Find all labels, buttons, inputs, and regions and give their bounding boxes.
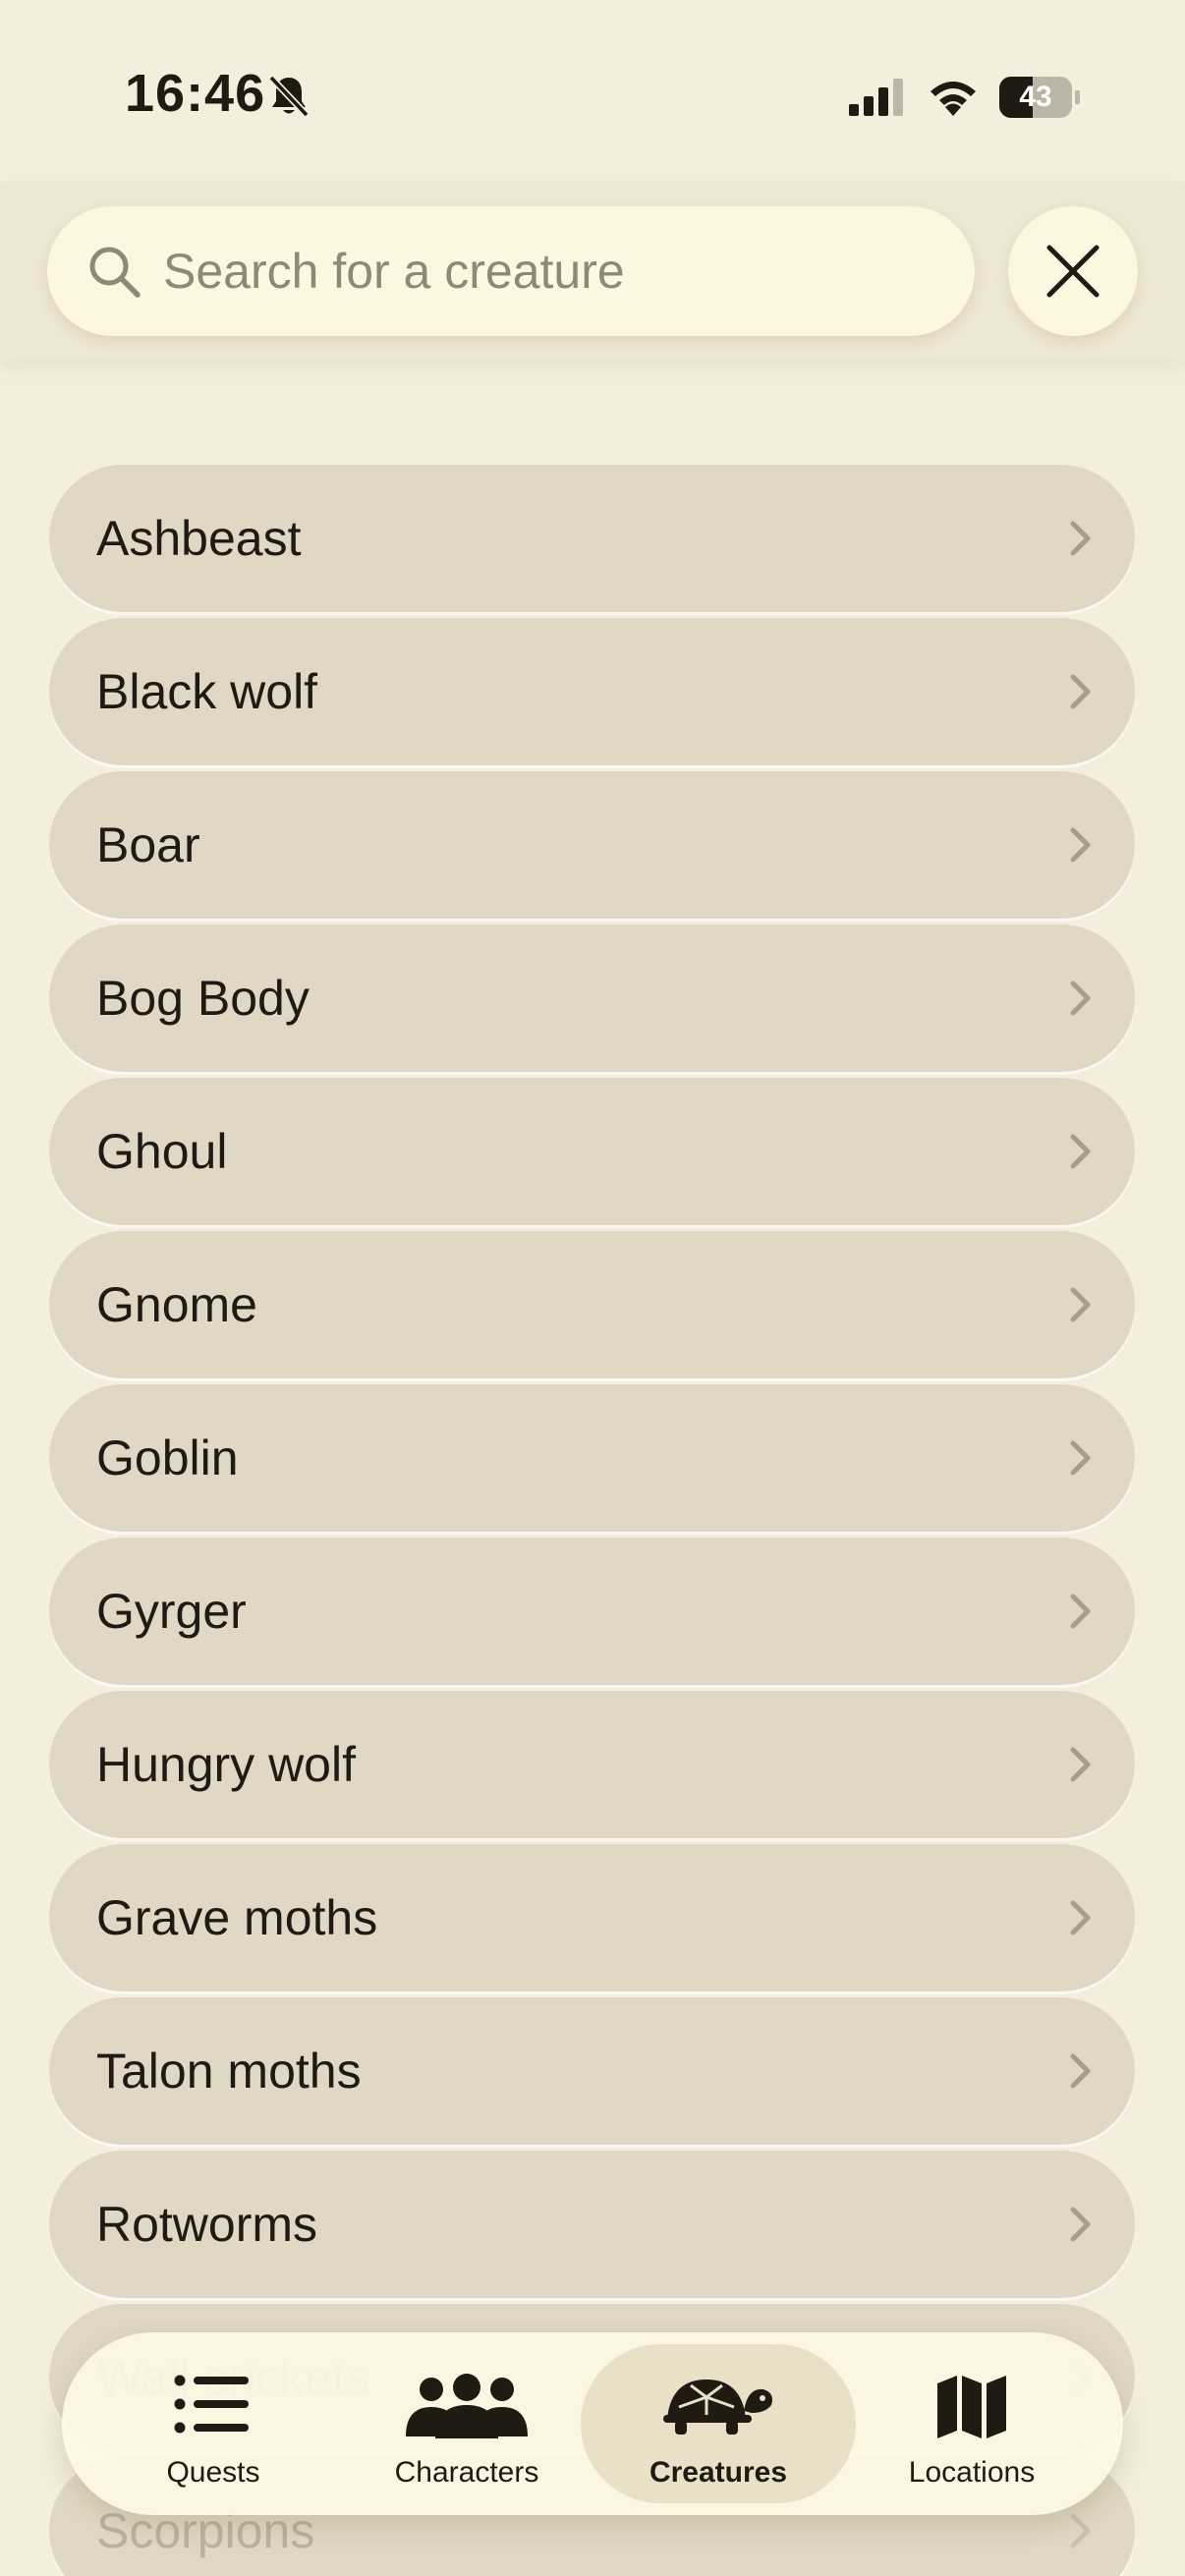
creature-name: Black wolf <box>96 664 318 719</box>
chevron-right-icon <box>1070 2513 1091 2548</box>
creature-name: Boar <box>96 817 200 872</box>
creature-row[interactable]: Ashbeast <box>49 465 1135 612</box>
creature-name: Gyrger <box>96 1584 247 1639</box>
search-placeholder: Search for a creature <box>163 244 625 299</box>
creature-list: Ashbeast Black wolf Boar Bog Body Ghoul Gnome… <box>0 0 1185 2576</box>
creature-name: Grave moths <box>96 1890 378 1945</box>
creature-name: Gnome <box>96 1277 257 1332</box>
creature-row[interactable]: Talon moths <box>49 1997 1135 2145</box>
tab-quests[interactable]: Quests <box>76 2344 351 2503</box>
creature-name: Bog Body <box>96 971 310 1026</box>
creature-row[interactable]: Black wolf <box>49 618 1135 765</box>
creature-name: Ashbeast <box>96 511 302 566</box>
close-button[interactable] <box>1008 206 1138 336</box>
creature-row[interactable]: Grave moths <box>49 1844 1135 1991</box>
chevron-right-icon <box>1070 1134 1091 1169</box>
search-icon <box>89 247 141 298</box>
search-input[interactable]: Search for a creature <box>47 206 975 336</box>
creature-row[interactable]: Goblin <box>49 1384 1135 1532</box>
creature-row[interactable]: Hungry wolf <box>49 1691 1135 1838</box>
close-icon <box>1046 245 1100 298</box>
chevron-right-icon <box>1070 980 1091 1016</box>
chevron-right-icon <box>1070 827 1091 863</box>
creature-row[interactable]: Boar <box>49 771 1135 919</box>
creature-row[interactable]: Gyrger <box>49 1538 1135 1685</box>
chevron-right-icon <box>1070 674 1091 709</box>
tab-locations[interactable]: Locations <box>834 2344 1109 2503</box>
creature-name: Goblin <box>96 1430 239 1485</box>
tab-creatures-label: Creatures <box>649 2456 788 2489</box>
list-icon <box>174 2375 249 2434</box>
map-icon <box>937 2376 1006 2438</box>
creature-row[interactable]: Rotworms <box>49 2151 1135 2298</box>
tab-characters[interactable]: Characters <box>329 2344 604 2503</box>
people-icon <box>406 2374 528 2438</box>
creature-name: Hungry wolf <box>96 1737 356 1792</box>
chevron-right-icon <box>1070 1747 1091 1782</box>
creature-name: Rotworms <box>96 2197 318 2252</box>
tab-locations-label: Locations <box>908 2456 1036 2489</box>
chevron-right-icon <box>1070 1440 1091 1476</box>
chevron-right-icon <box>1070 2207 1091 2242</box>
chevron-right-icon <box>1070 1594 1091 1629</box>
creature-row[interactable]: Bog Body <box>49 924 1135 1072</box>
turtle-icon <box>663 2380 772 2435</box>
creature-name: Ghoul <box>96 1124 228 1179</box>
chevron-right-icon <box>1070 1287 1091 1322</box>
creature-row[interactable]: Ghoul <box>49 1078 1135 1225</box>
tab-quests-label: Quests <box>166 2456 260 2489</box>
chevron-right-icon <box>1070 1900 1091 1935</box>
tab-characters-label: Characters <box>394 2456 539 2489</box>
creature-row[interactable]: Gnome <box>49 1231 1135 1378</box>
chevron-right-icon <box>1070 2053 1091 2089</box>
creature-name: Talon moths <box>96 2044 362 2099</box>
tab-bar: Quests Characters Creatures Locations <box>62 2332 1123 2515</box>
tab-creatures[interactable]: Creatures <box>581 2344 856 2503</box>
chevron-right-icon <box>1070 521 1091 556</box>
